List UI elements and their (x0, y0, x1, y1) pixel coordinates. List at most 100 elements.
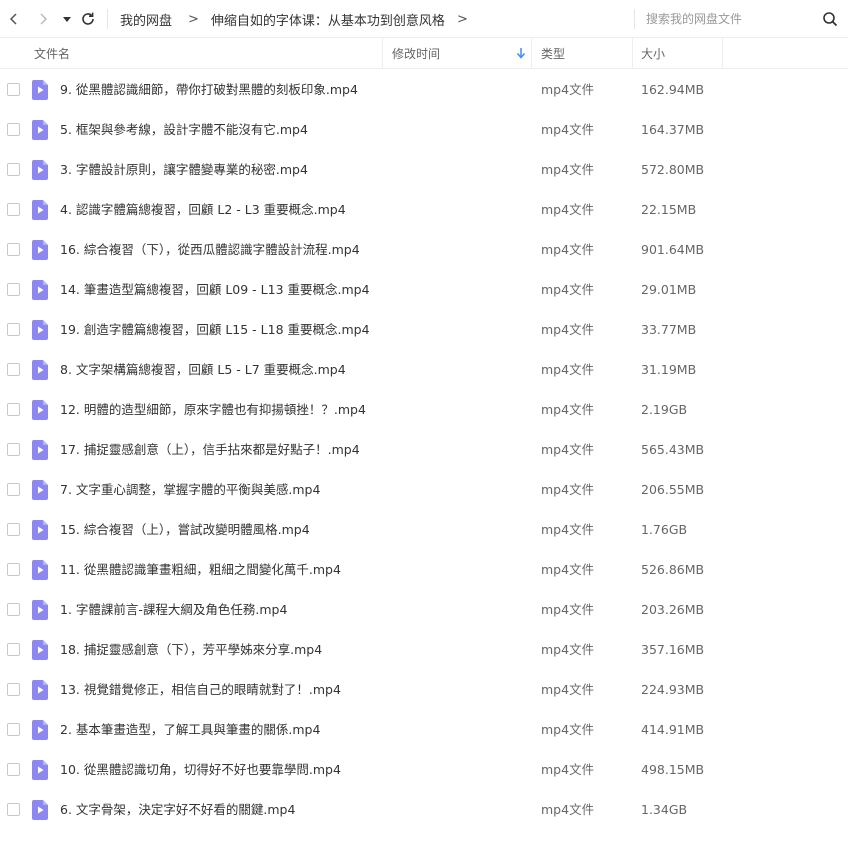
row-checkbox[interactable] (7, 563, 20, 576)
file-type: mp4文件 (541, 162, 595, 177)
file-row[interactable]: 4. 認識字體篇總複習，回顧 L2 - L3 重要概念.mp4 mp4文件 22… (0, 190, 848, 230)
file-name[interactable]: 2. 基本筆畫造型，了解工具與筆畫的關係.mp4 (60, 710, 320, 750)
file-name[interactable]: 3. 字體設計原則，讓字體變專業的秘密.mp4 (60, 150, 308, 190)
file-type: mp4文件 (541, 682, 595, 697)
file-name[interactable]: 11. 從黑體認識筆畫粗細，粗細之間變化萬千.mp4 (60, 550, 341, 590)
file-row[interactable]: 15. 綜合複習（上），嘗試改變明體風格.mp4 mp4文件 1.76GB (0, 510, 848, 550)
file-name[interactable]: 9. 從黑體認識細節，帶你打破對黑體的刻板印象.mp4 (60, 70, 358, 110)
search-input[interactable] (646, 8, 816, 30)
file-row[interactable]: 12. 明體的造型細節，原來字體也有抑揚頓挫！？.mp4 mp4文件 2.19G… (0, 390, 848, 430)
column-divider (531, 38, 532, 69)
file-row[interactable]: 2. 基本筆畫造型，了解工具與筆畫的關係.mp4 mp4文件 414.91MB (0, 710, 848, 750)
file-name[interactable]: 10. 從黑體認識切角，切得好不好也要靠學問.mp4 (60, 750, 341, 790)
breadcrumb-separator: > (456, 12, 468, 27)
file-name[interactable]: 15. 綜合複習（上），嘗試改變明體風格.mp4 (60, 510, 310, 550)
back-button[interactable] (2, 7, 26, 31)
file-row[interactable]: 19. 創造字體篇總複習，回顧 L15 - L18 重要概念.mp4 mp4文件… (0, 310, 848, 350)
refresh-button[interactable] (76, 7, 100, 31)
file-size: 1.34GB (641, 802, 688, 817)
file-name[interactable]: 17. 捕捉靈感創意（上），信手拈來都是好點子！.mp4 (60, 430, 360, 470)
column-divider (722, 38, 723, 69)
file-type: mp4文件 (541, 442, 595, 457)
file-row[interactable]: 13. 視覺錯覺修正，相信自己的眼睛就對了！.mp4 mp4文件 224.93M… (0, 670, 848, 710)
file-name[interactable]: 4. 認識字體篇總複習，回顧 L2 - L3 重要概念.mp4 (60, 190, 346, 230)
row-checkbox[interactable] (7, 723, 20, 736)
file-row[interactable]: 5. 框架與參考線，設計字體不能沒有它.mp4 mp4文件 164.37MB (0, 110, 848, 150)
file-type: mp4文件 (541, 202, 595, 217)
file-name[interactable]: 13. 視覺錯覺修正，相信自己的眼睛就對了！.mp4 (60, 670, 341, 710)
file-name[interactable]: 6. 文字骨架，決定字好不好看的關鍵.mp4 (60, 790, 295, 830)
file-type: mp4文件 (541, 722, 595, 737)
file-row[interactable]: 9. 從黑體認識細節，帶你打破對黑體的刻板印象.mp4 mp4文件 162.94… (0, 70, 848, 110)
file-name[interactable]: 16. 綜合複習（下），從西瓜體認識字體設計流程.mp4 (60, 230, 360, 270)
file-row[interactable]: 11. 從黑體認識筆畫粗細，粗細之間變化萬千.mp4 mp4文件 526.86M… (0, 550, 848, 590)
file-row[interactable]: 17. 捕捉靈感創意（上），信手拈來都是好點子！.mp4 mp4文件 565.4… (0, 430, 848, 470)
row-checkbox[interactable] (7, 763, 20, 776)
video-file-icon (32, 800, 48, 820)
top-toolbar: 我的网盘 > 伸缩自如的字体课：从基本功到创意风格 > (0, 0, 848, 38)
file-name[interactable]: 19. 創造字體篇總複習，回顧 L15 - L18 重要概念.mp4 (60, 310, 370, 350)
row-checkbox[interactable] (7, 603, 20, 616)
video-file-icon (32, 120, 48, 140)
row-checkbox[interactable] (7, 283, 20, 296)
row-checkbox[interactable] (7, 483, 20, 496)
row-checkbox[interactable] (7, 643, 20, 656)
file-type: mp4文件 (541, 322, 595, 337)
column-header-name[interactable]: 文件名 (34, 38, 70, 69)
row-checkbox[interactable] (7, 403, 20, 416)
file-row[interactable]: 3. 字體設計原則，讓字體變專業的秘密.mp4 mp4文件 572.80MB (0, 150, 848, 190)
file-name[interactable]: 14. 筆畫造型篇總複習，回顧 L09 - L13 重要概念.mp4 (60, 270, 370, 310)
file-size: 224.93MB (641, 682, 705, 697)
file-size: 33.77MB (641, 322, 697, 337)
file-row[interactable]: 6. 文字骨架，決定字好不好看的關鍵.mp4 mp4文件 1.34GB (0, 790, 848, 830)
row-checkbox[interactable] (7, 83, 20, 96)
video-file-icon (32, 400, 48, 420)
search-divider (634, 9, 635, 29)
row-checkbox[interactable] (7, 163, 20, 176)
video-file-icon (32, 560, 48, 580)
column-header-modified[interactable]: 修改时间 (392, 38, 530, 69)
file-row[interactable]: 1. 字體課前言-課程大綱及角色任務.mp4 mp4文件 203.26MB (0, 590, 848, 630)
breadcrumb-root[interactable]: 我的网盘 (120, 10, 172, 29)
file-type: mp4文件 (541, 482, 595, 497)
file-row[interactable]: 14. 筆畫造型篇總複習，回顧 L09 - L13 重要概念.mp4 mp4文件… (0, 270, 848, 310)
video-file-icon (32, 280, 48, 300)
row-checkbox[interactable] (7, 243, 20, 256)
file-name[interactable]: 12. 明體的造型細節，原來字體也有抑揚頓挫！？.mp4 (60, 390, 366, 430)
file-name[interactable]: 8. 文字架構篇總複習，回顧 L5 - L7 重要概念.mp4 (60, 350, 346, 390)
row-checkbox[interactable] (7, 523, 20, 536)
file-row[interactable]: 8. 文字架構篇總複習，回顧 L5 - L7 重要概念.mp4 mp4文件 31… (0, 350, 848, 390)
video-file-icon (32, 320, 48, 340)
history-dropdown-button[interactable] (58, 7, 76, 31)
column-divider (632, 38, 633, 69)
breadcrumb-current[interactable]: 伸缩自如的字体课：从基本功到创意风格 (211, 10, 445, 29)
video-file-icon (32, 600, 48, 620)
file-type: mp4文件 (541, 642, 595, 657)
file-size: 203.26MB (641, 602, 705, 617)
file-name[interactable]: 1. 字體課前言-課程大綱及角色任務.mp4 (60, 590, 287, 630)
row-checkbox[interactable] (7, 363, 20, 376)
file-type: mp4文件 (541, 602, 595, 617)
file-name[interactable]: 5. 框架與參考線，設計字體不能沒有它.mp4 (60, 110, 308, 150)
row-checkbox[interactable] (7, 323, 20, 336)
file-row[interactable]: 18. 捕捉靈感創意（下），芳平學姊來分享.mp4 mp4文件 357.16MB (0, 630, 848, 670)
row-checkbox[interactable] (7, 443, 20, 456)
video-file-icon (32, 760, 48, 780)
row-checkbox[interactable] (7, 803, 20, 816)
file-type: mp4文件 (541, 362, 595, 377)
file-name[interactable]: 7. 文字重心調整，掌握字體的平衡與美感.mp4 (60, 470, 320, 510)
chevron-right-icon (40, 13, 48, 25)
file-row[interactable]: 7. 文字重心調整，掌握字體的平衡與美感.mp4 mp4文件 206.55MB (0, 470, 848, 510)
column-header-size[interactable]: 大小 (641, 38, 665, 69)
row-checkbox[interactable] (7, 123, 20, 136)
forward-button[interactable] (31, 7, 55, 31)
file-name[interactable]: 18. 捕捉靈感創意（下），芳平學姊來分享.mp4 (60, 630, 322, 670)
file-type: mp4文件 (541, 762, 595, 777)
row-checkbox[interactable] (7, 203, 20, 216)
file-row[interactable]: 16. 綜合複習（下），從西瓜體認識字體設計流程.mp4 mp4文件 901.6… (0, 230, 848, 270)
column-header-type[interactable]: 类型 (541, 38, 565, 69)
file-row[interactable]: 10. 從黑體認識切角，切得好不好也要靠學問.mp4 mp4文件 498.15M… (0, 750, 848, 790)
search-button[interactable] (818, 7, 842, 31)
file-type: mp4文件 (541, 242, 595, 257)
row-checkbox[interactable] (7, 683, 20, 696)
